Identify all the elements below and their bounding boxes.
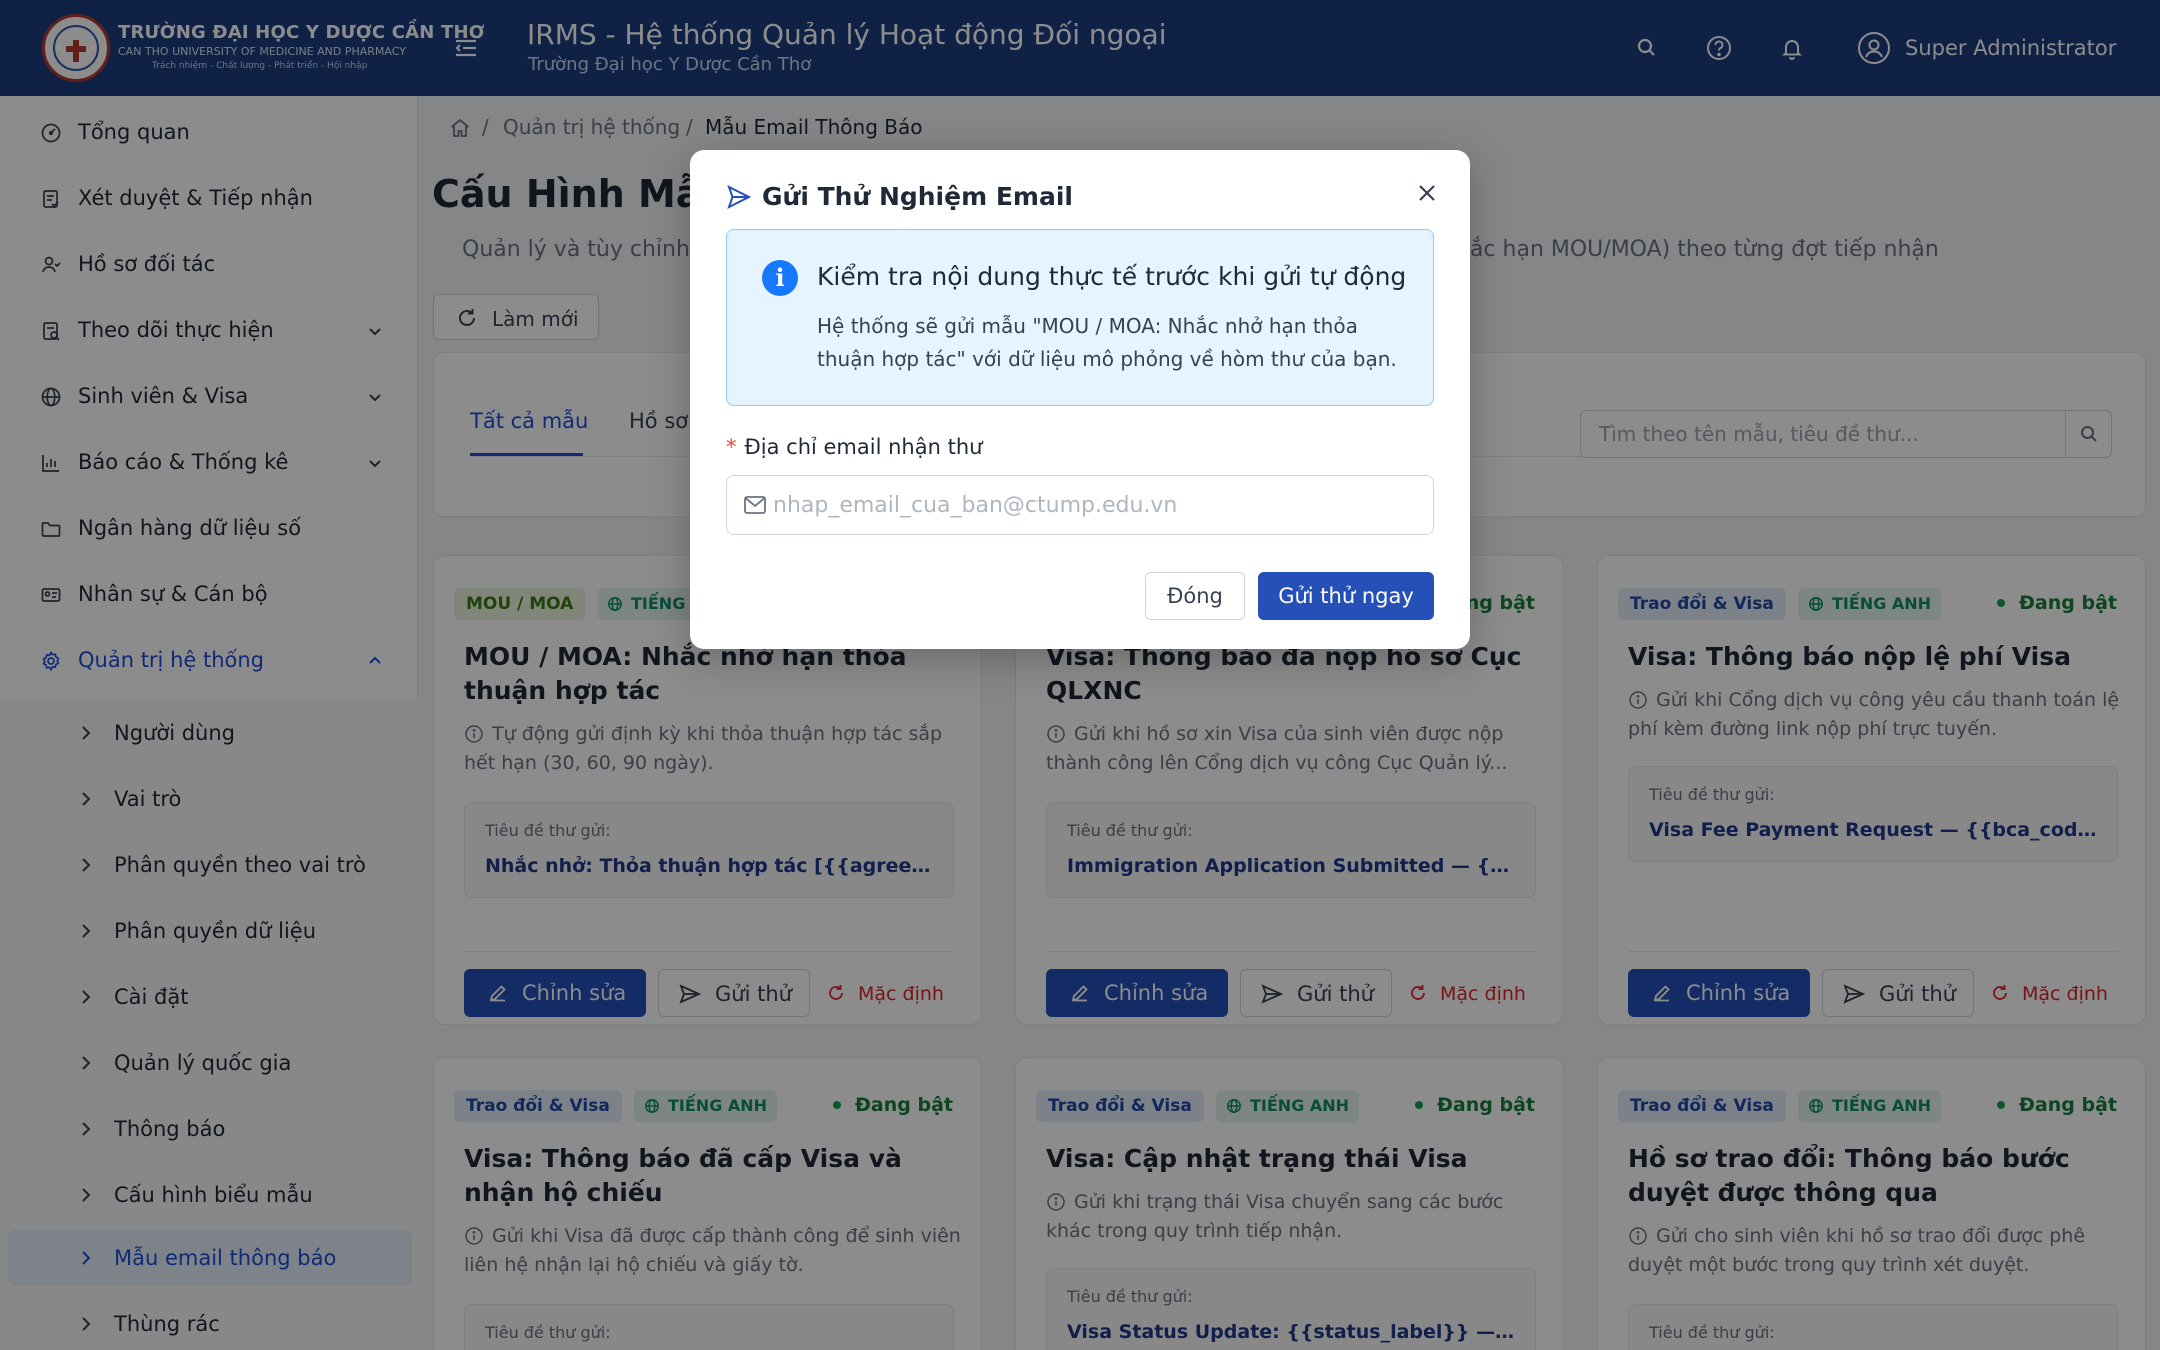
email-field (726, 475, 1434, 535)
send-now-button[interactable]: Gửi thử ngay (1258, 572, 1434, 620)
mail-icon (744, 496, 766, 514)
info-alert-title: Kiểm tra nội dung thực tế trước khi gửi … (817, 262, 1407, 291)
send-test-email-modal: Gửi Thử Nghiệm Email i Kiểm tra nội dung… (690, 150, 1470, 649)
info-alert: i Kiểm tra nội dung thực tế trước khi gử… (726, 229, 1434, 406)
send-icon (727, 185, 752, 209)
info-icon-glyph: i (775, 263, 785, 292)
email-input[interactable] (773, 476, 1423, 534)
close-button[interactable]: Đóng (1145, 572, 1245, 620)
required-mark: * (726, 435, 737, 459)
info-alert-description: Hệ thống sẽ gửi mẫu "MOU / MOA: Nhắc nhở… (817, 314, 1397, 371)
close-icon[interactable] (1412, 178, 1442, 208)
modal-title: Gửi Thử Nghiệm Email (762, 182, 1073, 211)
info-icon: i (762, 260, 798, 296)
email-field-label-text: Địa chỉ email nhận thư (744, 435, 983, 459)
email-field-label: * Địa chỉ email nhận thư (726, 435, 982, 459)
